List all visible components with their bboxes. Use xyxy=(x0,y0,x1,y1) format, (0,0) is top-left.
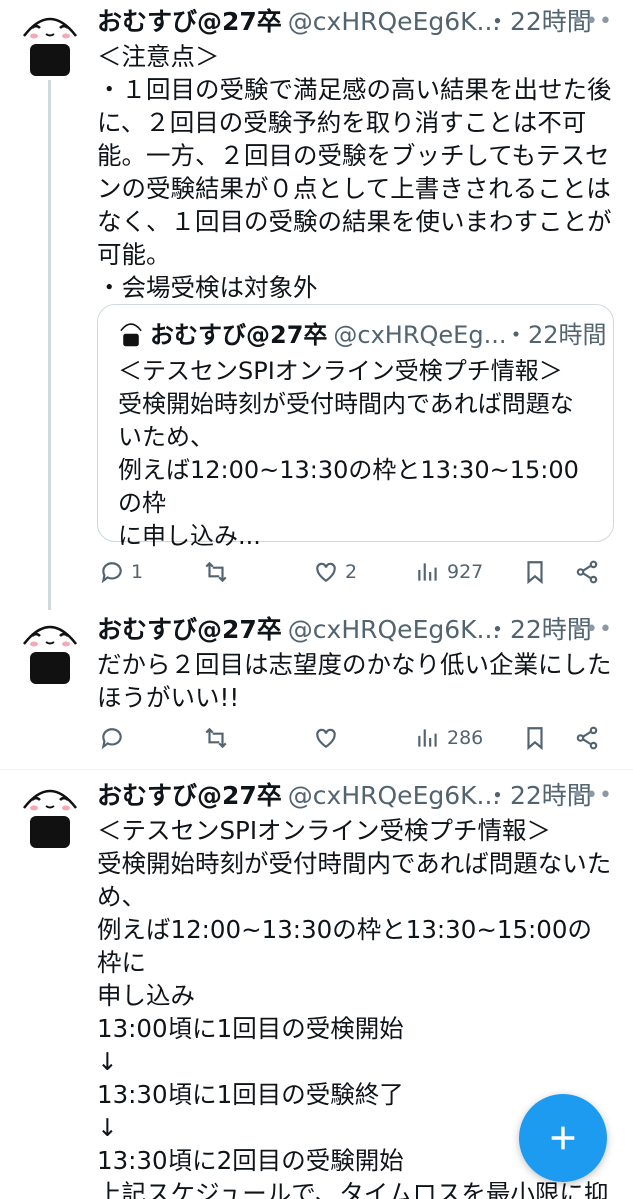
views-button[interactable]: 286 xyxy=(415,718,483,758)
user-handle[interactable]: @cxHRQeEg6K... xyxy=(288,615,501,644)
like-count: 2 xyxy=(345,561,358,583)
like-button[interactable]: 2 xyxy=(313,552,357,592)
reply-button[interactable]: 1 xyxy=(99,552,143,592)
like-button[interactable] xyxy=(313,718,345,758)
share-icon xyxy=(576,560,598,584)
retweet-button[interactable] xyxy=(203,552,235,592)
more-options-icon[interactable]: ••• xyxy=(571,4,613,40)
compose-button[interactable] xyxy=(519,1094,607,1182)
tweet-text: ＜注意点＞ ・１回目の受験で満足感の高い結果を出せた後 に、２回目の受験予約を取… xyxy=(97,42,612,302)
reply-count: 1 xyxy=(131,561,144,583)
share-button[interactable] xyxy=(574,552,600,592)
views-icon xyxy=(418,563,437,581)
heart-icon xyxy=(316,728,336,748)
tweet-divider xyxy=(0,769,633,770)
views-button[interactable]: 927 xyxy=(415,552,483,592)
avatar[interactable] xyxy=(18,6,82,78)
share-button[interactable] xyxy=(574,718,600,758)
quote-timestamp: ・22時間 xyxy=(504,321,607,349)
user-handle[interactable]: @cxHRQeEg6K... xyxy=(288,781,501,810)
bookmark-button[interactable] xyxy=(522,718,548,758)
avatar[interactable] xyxy=(18,778,82,850)
quote-text: ＜テスセンSPIオンライン受検プチ情報＞ 受検開始時刻が受付時間内であれば問題な… xyxy=(118,357,579,550)
views-icon xyxy=(418,729,437,747)
user-handle[interactable]: @cxHRQeEg6K... xyxy=(288,7,501,36)
avatar[interactable] xyxy=(18,614,82,686)
retweet-icon xyxy=(205,561,227,583)
tweet-2[interactable]: おむすび@27卒 @cxHRQeEg6K... ・22時間 ••• だから２回目は… xyxy=(0,606,633,768)
tweet-1[interactable]: おむすび@27卒 @cxHRQeEg6K... ・22時間 ••• ＜注意点＞ ・… xyxy=(0,0,633,610)
quote-display-name: おむすび@27卒 xyxy=(150,321,328,349)
quoted-tweet[interactable]: おむすび@27卒 @cxHRQeEg... ・22時間 ＜テスセンSPIオンライン受… xyxy=(97,304,614,550)
reply-icon xyxy=(101,562,122,584)
view-count: 286 xyxy=(447,727,484,749)
display-name[interactable]: おむすび@27卒 xyxy=(97,781,282,810)
more-options-icon[interactable]: ••• xyxy=(571,612,613,648)
bookmark-icon xyxy=(527,727,543,751)
avatar xyxy=(120,323,142,347)
reply-button[interactable] xyxy=(99,718,131,758)
display-name[interactable]: おむすび@27卒 xyxy=(97,615,282,644)
tweet-text: だから２回目は志望度のかなり低い企業にした ほうがいい!! xyxy=(97,650,612,712)
heart-icon xyxy=(316,562,336,582)
bookmark-icon xyxy=(527,561,543,585)
thread-line xyxy=(48,80,51,610)
view-count: 927 xyxy=(447,561,484,583)
more-options-icon[interactable]: ••• xyxy=(571,778,613,814)
display-name[interactable]: おむすび@27卒 xyxy=(97,7,282,36)
plus-icon xyxy=(551,1126,575,1150)
retweet-icon xyxy=(205,727,227,749)
bookmark-button[interactable] xyxy=(522,552,548,592)
quote-user-handle: @cxHRQeEg... xyxy=(333,321,507,349)
share-icon xyxy=(576,726,598,750)
retweet-button[interactable] xyxy=(203,718,235,758)
reply-icon xyxy=(101,728,122,750)
